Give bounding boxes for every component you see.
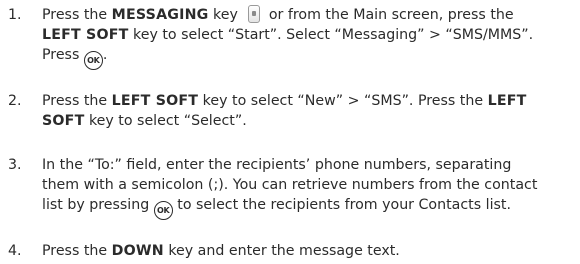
key-name: LEFT SOFT xyxy=(42,27,129,43)
text-line: them with a semicolon (;). You can retri… xyxy=(42,175,578,195)
text-run: key to select “New” > “SMS”. Press the xyxy=(198,93,488,109)
text-run: . xyxy=(102,47,108,63)
text-run: In the “To:” field, enter the recipients… xyxy=(42,157,512,173)
key-name: SOFT xyxy=(42,113,85,129)
messaging-key-icon xyxy=(248,5,261,23)
step-text: In the “To:” field, enter the recipients… xyxy=(42,155,578,220)
text-line: list by pressing OK to select the recipi… xyxy=(42,195,578,220)
text-line: Press OK. xyxy=(42,45,578,70)
text-run: them with a semicolon (;). You can retri… xyxy=(42,177,538,193)
step-text: Press the LEFT SOFT key to select “New” … xyxy=(42,91,578,131)
text-run: Press the xyxy=(42,93,112,109)
key-name: LEFT SOFT xyxy=(111,93,199,109)
ok-key-icon: OK xyxy=(153,201,173,220)
step-number: 3. xyxy=(8,157,22,173)
text-line: Press the DOWN key and enter the message… xyxy=(42,241,578,261)
text-line: Press the MESSAGING key or from the Main… xyxy=(42,5,578,25)
ok-key-icon: OK xyxy=(83,51,103,70)
key-name: LEFT xyxy=(487,93,527,109)
key-name: MESSAGING xyxy=(111,7,209,23)
step-number: 1. xyxy=(8,7,22,23)
text-run: to select the recipients from your Conta… xyxy=(172,197,511,213)
step-text: Press the MESSAGING key or from the Main… xyxy=(42,5,578,70)
step-text: Press the DOWN key and enter the message… xyxy=(42,241,578,261)
text-run: Press the xyxy=(42,7,112,23)
text-run: key to select “Start”. Select “Messaging… xyxy=(128,27,534,43)
text-run: Press the xyxy=(42,243,112,259)
text-line: SOFT key to select “Select”. xyxy=(42,111,578,131)
text-line: LEFT SOFT key to select “Start”. Select … xyxy=(42,25,578,45)
step-number: 2. xyxy=(8,93,22,109)
text-run: Press xyxy=(42,47,84,63)
text-run: key and enter the message text. xyxy=(163,243,400,259)
text-line: In the “To:” field, enter the recipients… xyxy=(42,155,578,175)
key-name: DOWN xyxy=(111,243,164,259)
text-run: key xyxy=(208,7,243,23)
step-number: 4. xyxy=(8,243,22,259)
text-run: list by pressing xyxy=(42,197,154,213)
instruction-list: 1. Press the MESSAGING key or from the M… xyxy=(0,0,580,264)
text-line: Press the LEFT SOFT key to select “New” … xyxy=(42,91,578,111)
text-run: key to select “Select”. xyxy=(84,113,247,129)
text-run: or from the Main screen, press the xyxy=(264,7,514,23)
